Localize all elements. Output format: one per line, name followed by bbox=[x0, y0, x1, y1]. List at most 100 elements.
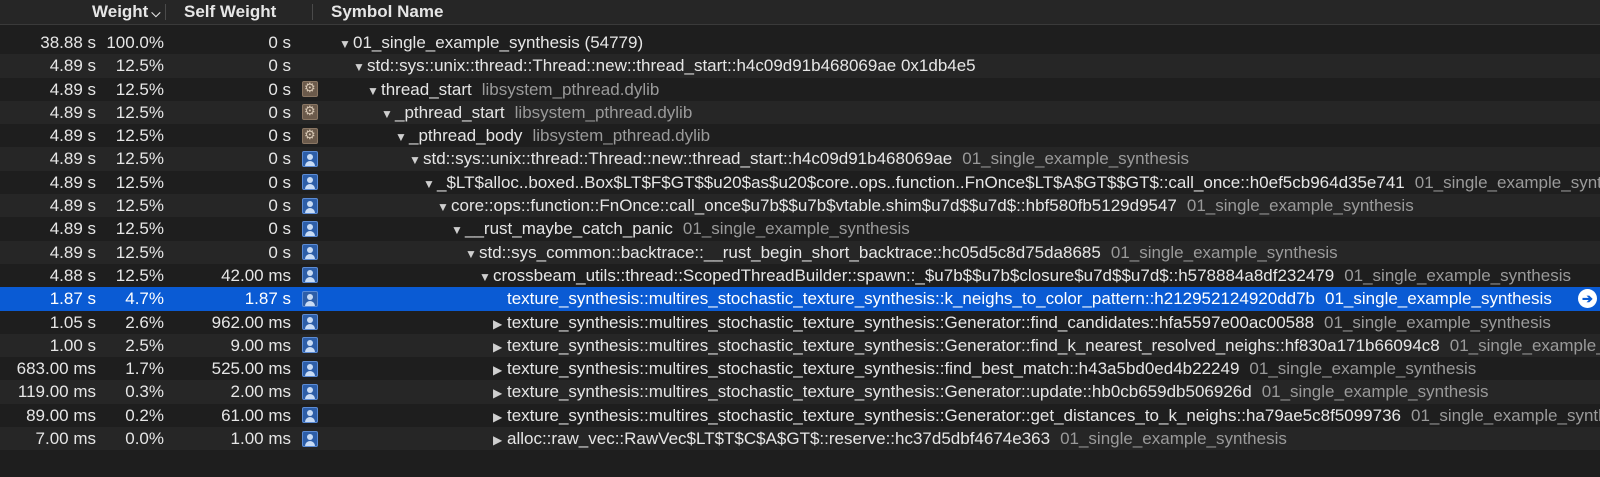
user-code-icon bbox=[302, 430, 318, 447]
self-weight-value: 0 s bbox=[268, 56, 291, 76]
symbol-name: core::ops::function::FnOnce::call_once$u… bbox=[451, 196, 1177, 216]
disclosure-triangle-expanded-icon[interactable]: ▼ bbox=[437, 196, 451, 219]
disclosure-triangle-expanded-icon[interactable]: ▼ bbox=[409, 149, 423, 172]
call-tree-row[interactable]: 1.00 s 2.5% 9.00 ms ▶ texture_synthesis::mul… bbox=[0, 333, 1600, 359]
disclosure-triangle-collapsed-icon[interactable]: ▶ bbox=[493, 359, 507, 382]
call-tree-row[interactable]: 38.88 s 100.0% 0 s ▼ 01_single_example_synth… bbox=[0, 31, 1600, 54]
weight-value: 119.00 ms bbox=[17, 382, 96, 402]
weight-percent: 12.5% bbox=[115, 196, 164, 216]
self-weight-value: 0 s bbox=[268, 242, 291, 262]
library-name: 01_single_example_synthesis bbox=[1060, 429, 1287, 449]
weight-percent: 12.5% bbox=[115, 149, 164, 169]
call-tree-row[interactable]: 4.89 s 12.5% 0 s ▼thread_start libsystem_pth… bbox=[0, 78, 1600, 101]
call-tree-row[interactable]: 683.00 ms 1.7% 525.00 ms ▶ texture_synthesis… bbox=[0, 357, 1600, 380]
library-name: libsystem_pthread.dylib bbox=[532, 126, 711, 146]
weight-percent: 12.5% bbox=[115, 172, 164, 192]
weight-value: 4.89 s bbox=[49, 149, 96, 169]
disclosure-triangle-collapsed-icon[interactable]: ▶ bbox=[493, 313, 507, 336]
user-code-icon bbox=[302, 360, 318, 377]
self-weight-value: 9.00 ms bbox=[230, 335, 291, 355]
symbol-cell: ▶ texture_synthesis::multires_stochastic_… bbox=[493, 357, 1600, 382]
weight-value: 4.89 s bbox=[49, 102, 96, 122]
weight-percent: 12.5% bbox=[115, 102, 164, 122]
library-name: 01_single_example_synthesis bbox=[1449, 335, 1600, 355]
call-tree-row[interactable]: 4.89 s 12.5% 0 s ▼_pthread_start libsystem_p… bbox=[0, 100, 1600, 126]
disclosure-triangle-expanded-icon[interactable]: ▼ bbox=[479, 266, 493, 289]
weight-percent: 12.5% bbox=[115, 242, 164, 262]
weight-percent: 12.5% bbox=[115, 219, 164, 239]
disclosure-triangle-expanded-icon[interactable]: ▼ bbox=[423, 173, 437, 196]
symbol-name: std::sys::unix::thread::Thread::new::thr… bbox=[423, 149, 953, 169]
call-tree-row[interactable]: 4.89 s 12.5% 0 s ▼ _$LT$alloc..boxed..Box$LT… bbox=[0, 171, 1600, 194]
self-weight-value: 0 s bbox=[268, 102, 291, 122]
call-tree-row[interactable]: 89.00 ms 0.2% 61.00 ms ▶ texture_synthesis::… bbox=[0, 404, 1600, 427]
disclosure-triangle-collapsed-icon[interactable]: ▶ bbox=[493, 429, 507, 452]
call-tree-row[interactable]: 4.89 s 12.5% 0 s ▼ std::sys_common::backtrac… bbox=[0, 240, 1600, 266]
disclosure-triangle-collapsed-icon[interactable]: ▶ bbox=[493, 336, 507, 359]
symbol-cell: ▶ texture_synthesis::multires_stochastic_… bbox=[493, 311, 1600, 336]
weight-percent: 12.5% bbox=[115, 56, 164, 76]
weight-percent: 0.0% bbox=[125, 429, 164, 449]
column-divider[interactable] bbox=[312, 4, 313, 20]
weight-value: 4.88 s bbox=[49, 265, 96, 285]
weight-value: 4.89 s bbox=[49, 126, 96, 146]
disclosure-triangle-expanded-icon[interactable]: ▼ bbox=[381, 103, 395, 126]
weight-percent: 12.5% bbox=[115, 265, 164, 285]
disclosure-triangle-collapsed-icon[interactable]: ▶ bbox=[493, 406, 507, 429]
call-tree-row[interactable]: 4.89 s 12.5% 0 s ▼ std::sys::unix::thread::T… bbox=[0, 54, 1600, 79]
call-tree-row[interactable]: 4.89 s 12.5% 0 s ▼_pthread_body libsystem_pt… bbox=[0, 124, 1600, 147]
column-header-bar: Weight ⌵ Self Weight Symbol Name bbox=[0, 0, 1600, 25]
call-tree-row[interactable]: 4.89 s 12.5% 0 s ▼ core::ops::function::FnOn… bbox=[0, 194, 1600, 219]
call-tree-outline: 38.88 s 100.0% 0 s ▼ 01_single_example_synth… bbox=[0, 31, 1600, 452]
symbol-name: texture_synthesis::multires_stochastic_t… bbox=[507, 405, 1401, 425]
call-tree-row[interactable]: 119.00 ms 0.3% 2.00 ms ▶ texture_synthesis::… bbox=[0, 380, 1600, 405]
symbol-cell: ▼ __rust_maybe_catch_panic 01_single_examp… bbox=[451, 217, 1600, 242]
call-tree-row[interactable]: 1.05 s 2.6% 962.00 ms ▶ texture_synthesis::m… bbox=[0, 311, 1600, 334]
weight-value: 4.89 s bbox=[49, 79, 96, 99]
user-code-icon bbox=[302, 174, 318, 191]
weight-value: 4.89 s bbox=[49, 242, 96, 262]
library-name: 01_single_example_synthesis bbox=[682, 219, 910, 239]
symbol-name-column-header[interactable]: Symbol Name bbox=[331, 0, 443, 24]
self-weight-value: 0 s bbox=[268, 33, 291, 52]
self-weight-column-header[interactable]: Self Weight bbox=[184, 0, 276, 24]
symbol-cell: ▼ std::sys_common::backtrace::__rust_begi… bbox=[465, 241, 1600, 266]
column-divider[interactable] bbox=[165, 4, 166, 20]
weight-percent: 0.2% bbox=[125, 405, 164, 425]
symbol-name: _pthread_body bbox=[409, 126, 523, 146]
call-tree-row[interactable]: 7.00 ms 0.0% 1.00 ms ▶ alloc::raw_vec::RawVe… bbox=[0, 427, 1600, 452]
call-tree-row-selected[interactable]: 1.87 s 4.7% 1.87 s texture_synthesis::multi… bbox=[0, 287, 1600, 311]
weight-value: 7.00 ms bbox=[35, 429, 96, 449]
symbol-name: texture_synthesis::multires_stochastic_t… bbox=[507, 359, 1240, 379]
symbol-name: std::sys::unix::thread::Thread::new::thr… bbox=[367, 56, 976, 76]
symbol-name: texture_synthesis::multires_stochastic_t… bbox=[507, 312, 1315, 332]
call-tree-row[interactable]: 4.88 s 12.5% 42.00 ms ▼ crossbeam_utils::thr… bbox=[0, 264, 1600, 287]
system-library-icon bbox=[302, 125, 318, 145]
weight-value: 4.89 s bbox=[49, 196, 96, 216]
call-tree-row[interactable]: 4.89 s 12.5% 0 s ▼ __rust_maybe_catch_panic 0… bbox=[0, 217, 1600, 240]
disclosure-triangle-expanded-icon[interactable]: ▼ bbox=[353, 56, 367, 79]
disclosure-triangle-expanded-icon[interactable]: ▼ bbox=[367, 80, 381, 103]
symbol-name: thread_start bbox=[381, 79, 472, 99]
user-code-icon bbox=[302, 197, 318, 214]
weight-value: 1.87 s bbox=[49, 289, 96, 309]
disclosure-triangle-expanded-icon[interactable]: ▼ bbox=[395, 126, 409, 149]
symbol-cell: ▼ 01_single_example_synthesis (54779) bbox=[339, 31, 1600, 56]
library-name: 01_single_example_synthesis bbox=[1186, 196, 1414, 216]
call-tree-row[interactable]: 4.89 s 12.5% 0 s ▼ std::sys::unix::thread::T… bbox=[0, 147, 1600, 172]
library-name: 01_single_example_synthesis bbox=[1411, 405, 1600, 425]
symbol-cell: ▼ _$LT$alloc..boxed..Box$LT$F$GT$$u20$as$… bbox=[423, 171, 1600, 196]
self-weight-value: 0 s bbox=[268, 172, 291, 192]
symbol-cell: ▼ thread_start libsystem_pthread.dylib bbox=[367, 78, 1600, 103]
weight-value: 1.00 s bbox=[49, 335, 96, 355]
library-name: 01_single_example_synthesis bbox=[1414, 172, 1600, 192]
user-code-icon bbox=[302, 150, 318, 167]
disclosure-triangle-collapsed-icon[interactable]: ▶ bbox=[493, 382, 507, 405]
disclosure-triangle-expanded-icon[interactable]: ▼ bbox=[465, 243, 479, 266]
weight-column-header[interactable]: Weight ⌵ bbox=[92, 0, 160, 24]
self-weight-value: 61.00 ms bbox=[221, 405, 291, 425]
disclosure-triangle-expanded-icon[interactable]: ▼ bbox=[339, 33, 353, 56]
weight-percent: 12.5% bbox=[115, 126, 164, 146]
disclosure-triangle-expanded-icon[interactable]: ▼ bbox=[451, 219, 465, 242]
symbol-name: texture_synthesis::multires_stochastic_t… bbox=[507, 289, 1316, 309]
